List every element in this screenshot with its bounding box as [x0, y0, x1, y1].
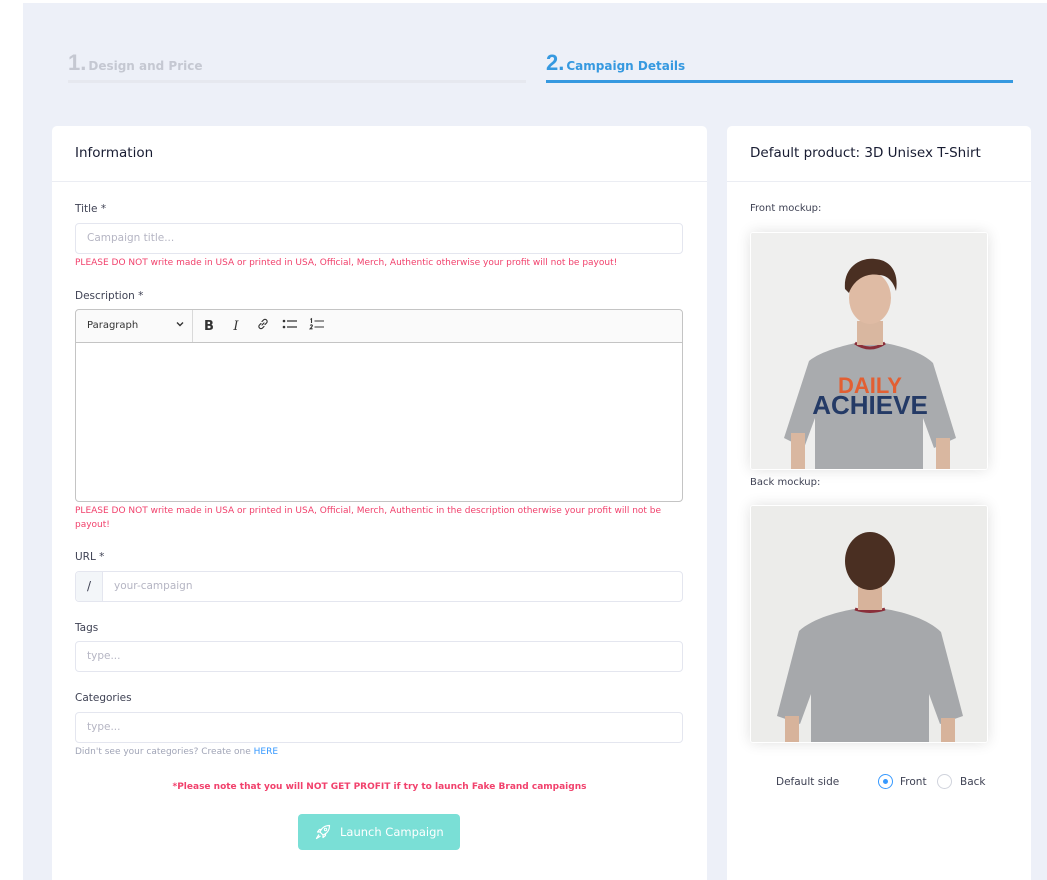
url-label: URL *	[75, 551, 105, 563]
front-mockup-label: Front mockup:	[750, 203, 822, 214]
numbered-list-icon[interactable]	[307, 317, 327, 337]
left-strip	[0, 0, 23, 880]
back-radio[interactable]	[937, 774, 952, 789]
product-card: Default product: 3D Unisex T-Shirt Front…	[727, 126, 1031, 880]
shirt-print-bottom: ACHIEVE	[812, 390, 928, 420]
front-radio[interactable]	[878, 774, 893, 789]
paragraph-dropdown[interactable]: Paragraph	[76, 310, 193, 342]
tags-input[interactable]: type...	[75, 641, 683, 672]
front-mockup-image: DAILY ACHIEVE	[750, 232, 988, 470]
categories-hint: Didn't see your categories? Create one H…	[75, 747, 278, 757]
paragraph-label: Paragraph	[87, 320, 139, 331]
rocket-icon	[314, 823, 332, 841]
information-heading: Information	[52, 126, 707, 182]
product-heading: Default product: 3D Unisex T-Shirt	[727, 126, 1031, 182]
editor-toolbar: Paragraph B I	[76, 310, 682, 343]
step-campaign-details[interactable]: 2. Campaign Details	[546, 50, 1013, 86]
italic-button[interactable]: I	[226, 317, 246, 337]
description-editor[interactable]: Paragraph B I	[75, 309, 683, 502]
link-icon[interactable]	[253, 317, 273, 337]
information-card: Information Title * Campaign title... PL…	[52, 126, 707, 880]
step-label: Design and Price	[88, 59, 203, 73]
default-side-label: Default side	[776, 776, 840, 788]
url-input[interactable]: / your-campaign	[75, 571, 683, 602]
categories-placeholder: type...	[87, 721, 121, 733]
bold-button[interactable]: B	[199, 317, 219, 337]
step-progress-bar	[68, 80, 526, 83]
url-placeholder: your-campaign	[114, 580, 193, 592]
launch-campaign-button[interactable]: Launch Campaign	[298, 814, 460, 850]
front-radio-label[interactable]: Front	[900, 776, 927, 788]
step-progress-bar	[546, 80, 1013, 83]
step-label: Campaign Details	[566, 59, 686, 73]
categories-input[interactable]: type...	[75, 712, 683, 743]
description-label: Description *	[75, 290, 144, 302]
title-input[interactable]: Campaign title...	[75, 223, 683, 254]
tags-label: Tags	[75, 622, 99, 634]
launch-campaign-label: Launch Campaign	[340, 825, 444, 839]
description-warning: PLEASE DO NOT write made in USA or print…	[75, 506, 662, 530]
back-mockup-image	[750, 505, 988, 743]
back-radio-label[interactable]: Back	[960, 776, 986, 788]
create-category-link[interactable]: HERE	[254, 747, 278, 757]
chevron-down-icon	[175, 319, 185, 332]
bulleted-list-icon[interactable]	[280, 317, 300, 337]
title-label: Title *	[75, 203, 107, 215]
step-design-and-price[interactable]: 1. Design and Price	[68, 50, 526, 86]
back-mockup-label: Back mockup:	[750, 477, 821, 488]
url-prefix: /	[76, 572, 103, 601]
title-warning: PLEASE DO NOT write made in USA or print…	[75, 258, 618, 268]
page-background: 1. Design and Price 2. Campaign Details In…	[0, 0, 1047, 880]
fake-brand-notice: *Please note that you will NOT GET PROFI…	[172, 782, 587, 792]
categories-hint-text: Didn't see your categories? Create one	[75, 747, 251, 757]
step-number: 1.	[68, 50, 87, 75]
title-placeholder: Campaign title...	[87, 232, 175, 244]
categories-label: Categories	[75, 692, 132, 704]
step-number: 2.	[546, 50, 565, 75]
tags-placeholder: type...	[87, 650, 121, 662]
